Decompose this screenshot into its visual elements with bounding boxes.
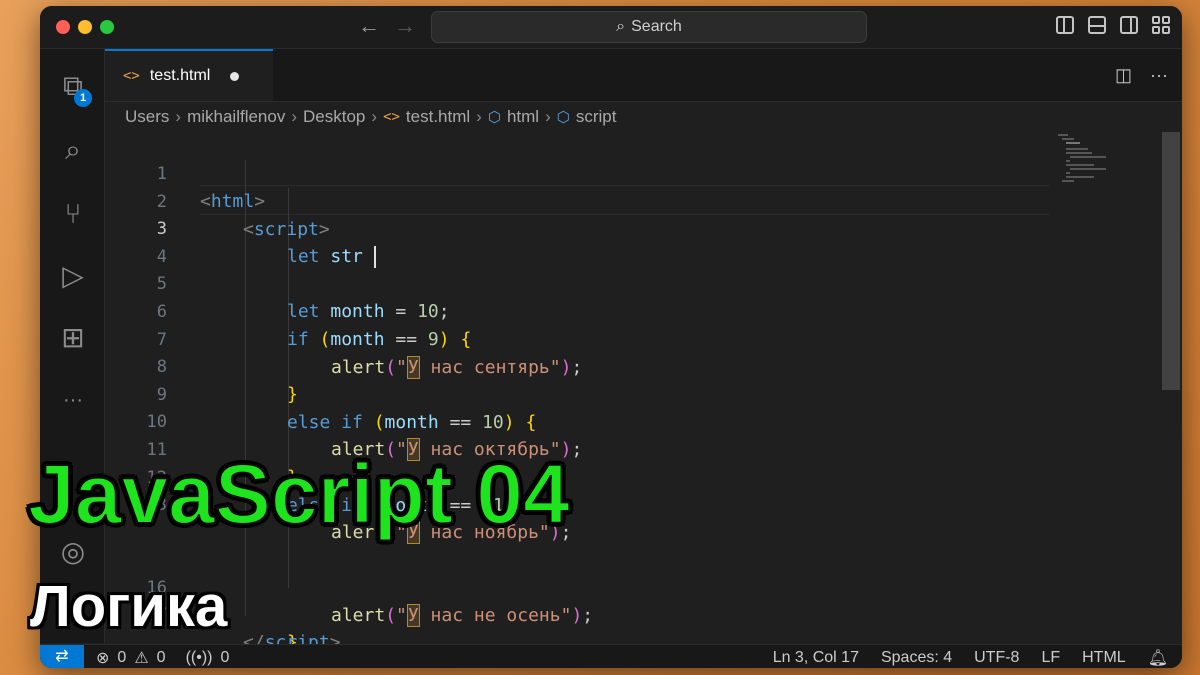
element-cube-icon: ⬡: [556, 109, 570, 126]
activity-bar: ⧉ 1 ⌕ ⑂ ▷ ⊞ ··· ◎: [40, 49, 105, 643]
code-editor[interactable]: 1 <html> 2 <script> 3 let str 4 5 let mo…: [105, 132, 1182, 653]
command-search-box[interactable]: ⌕ Search: [431, 11, 867, 43]
problems-indicator[interactable]: ⊗ 0 ⚠ 0 ((•)) 0: [96, 648, 229, 668]
error-count: 0: [117, 649, 127, 666]
editor-window: ← → ⌕ Search ⧉ 1 ⌕ ⑂ ▷ ⊞ ··· ◎ <> test.h…: [40, 6, 1182, 668]
code-line: 4: [105, 215, 1105, 267]
warning-count: 0: [156, 649, 166, 666]
code-line: 6 if (month == 9) {: [105, 270, 1105, 350]
customize-layout-icon[interactable]: [1152, 16, 1170, 34]
video-subtitle: Логика: [30, 574, 228, 639]
scrollbar-thumb[interactable]: [1162, 132, 1180, 390]
breadcrumb-item[interactable]: Desktop: [303, 107, 365, 127]
breadcrumb-item[interactable]: Users: [125, 107, 169, 127]
search-icon: ⌕: [616, 18, 626, 35]
breadcrumb-item[interactable]: script: [576, 107, 617, 127]
chevron-right-icon: ›: [371, 107, 378, 126]
html-file-icon: <>: [383, 109, 400, 125]
title-bar: ← → ⌕ Search: [40, 6, 1182, 49]
minimap[interactable]: [1056, 132, 1116, 192]
arrow-right-icon[interactable]: →: [394, 15, 416, 37]
error-icon: ⊗: [96, 650, 110, 667]
breadcrumb: Users › mikhailflenov › Desktop › <> tes…: [125, 102, 616, 132]
warning-icon: ⚠: [134, 650, 149, 667]
maximize-window-button[interactable]: [100, 20, 114, 34]
minimize-window-button[interactable]: [78, 20, 92, 34]
encoding-setting[interactable]: UTF-8: [974, 649, 1019, 667]
chevron-right-icon: ›: [175, 107, 182, 126]
status-right-items: Ln 3, Col 17 Spaces: 4 UTF-8 LF HTML 🔔︎: [773, 648, 1168, 668]
bell-icon[interactable]: 🔔︎: [1148, 648, 1168, 668]
unsaved-dot-icon[interactable]: [230, 71, 240, 81]
breadcrumb-item[interactable]: html: [507, 107, 539, 127]
breadcrumb-item[interactable]: test.html: [406, 107, 470, 127]
remote-indicator-icon[interactable]: ⇄: [40, 645, 84, 668]
search-label: Search: [631, 18, 682, 35]
extensions-icon[interactable]: ⊞: [58, 323, 88, 353]
chevron-right-icon: ›: [476, 107, 482, 126]
code-line: 7 alert("У нас сентярь");: [105, 298, 1105, 379]
video-title: JavaScript 04: [27, 446, 571, 542]
toggle-secondary-sidebar-icon[interactable]: [1120, 16, 1138, 34]
code-line: 16 alert("У нас не осень");: [105, 546, 1105, 627]
html-file-icon: <>: [123, 68, 140, 84]
chevron-right-icon: ›: [545, 107, 551, 126]
source-control-icon[interactable]: ⑂: [58, 199, 88, 229]
code-line: 9 else if (month == 10) {: [105, 353, 1105, 433]
tab-bar: <> test.html ◫ ···: [105, 49, 1182, 102]
explorer-badge: 1: [74, 89, 92, 107]
ports-icon: ((•)): [185, 649, 213, 666]
tab-test-html[interactable]: <> test.html: [105, 49, 273, 101]
split-editor-icon[interactable]: ◫: [1115, 65, 1132, 86]
search-icon[interactable]: ⌕: [58, 135, 88, 165]
code-line: 3 let str: [105, 187, 1105, 268]
code-line: 11 }: [105, 408, 1105, 488]
code-line: 1 <html>: [105, 132, 1105, 212]
toggle-panel-icon[interactable]: [1088, 16, 1106, 34]
code-line: </script>: [105, 601, 1105, 653]
close-window-button[interactable]: [56, 20, 70, 34]
more-actions-icon[interactable]: ···: [1150, 65, 1168, 86]
code-line: 8 }: [105, 325, 1105, 405]
breadcrumb-item[interactable]: mikhailflenov: [187, 107, 285, 127]
ports-count: 0: [220, 649, 230, 666]
code-line: 2 <script>: [105, 160, 1105, 240]
status-bar: ⇄ ⊗ 0 ⚠ 0 ((•)) 0 Ln 3, Col 17 Spaces: 4…: [40, 644, 1182, 668]
element-cube-icon: ⬡: [487, 109, 501, 126]
language-mode[interactable]: HTML: [1082, 649, 1126, 667]
code-line: 10 alert("У нас октябрь");: [105, 380, 1105, 461]
run-debug-icon[interactable]: ▷: [58, 261, 88, 291]
code-line: 17 }: [105, 573, 1105, 653]
arrow-left-icon[interactable]: ←: [358, 15, 380, 37]
chevron-right-icon: ›: [291, 107, 298, 126]
layout-controls: [1056, 16, 1170, 34]
cursor-position[interactable]: Ln 3, Col 17: [773, 649, 859, 667]
code-line: 5 let month = 10;: [105, 242, 1105, 322]
tab-label: test.html: [149, 67, 211, 84]
toggle-primary-sidebar-icon[interactable]: [1056, 16, 1074, 34]
indentation-setting[interactable]: Spaces: 4: [881, 649, 952, 667]
editor-actions: ◫ ···: [1115, 65, 1168, 86]
eol-setting[interactable]: LF: [1041, 649, 1060, 667]
more-icon[interactable]: ···: [58, 385, 88, 415]
